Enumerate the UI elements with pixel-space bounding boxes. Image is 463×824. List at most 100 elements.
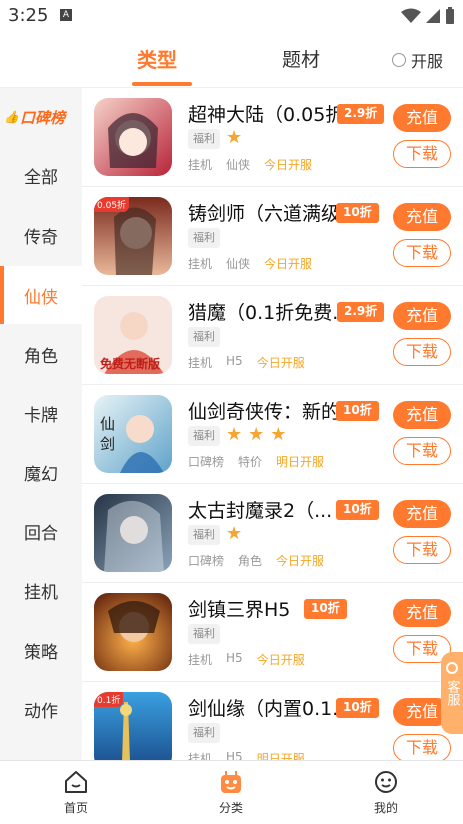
nav-category[interactable]: 分类 xyxy=(191,769,271,816)
game-item[interactable]: 超神大陆（0.05折... 2.9折 福利 ★ 挂机 仙侠 今日开服 充值 下载 xyxy=(82,88,463,187)
tab-theme[interactable]: 题材 xyxy=(282,45,320,72)
tag: 口碑榜 xyxy=(188,554,225,568)
koubei-badge: 👍 口碑榜 xyxy=(4,108,78,127)
tag: H5 xyxy=(226,651,243,665)
discount-badge: 10折 xyxy=(336,698,379,718)
fuli-tag: 福利 xyxy=(188,624,220,644)
charge-button[interactable]: 充值 xyxy=(393,104,451,132)
customer-service-button[interactable]: 客服 xyxy=(441,652,463,734)
discount-ribbon: 0.05折 xyxy=(94,197,130,212)
tag: 仙侠 xyxy=(226,257,251,271)
open-status: 今日开服 xyxy=(264,158,313,172)
sidebar-item-legend[interactable]: 传奇 xyxy=(0,206,82,264)
star-icon: ★ xyxy=(226,523,243,544)
sidebar-item-action[interactable]: 动作 xyxy=(0,680,82,738)
battery-icon xyxy=(446,7,454,24)
open-status: 今日开服 xyxy=(264,257,313,271)
tag: 挂机 xyxy=(188,356,213,370)
nav-home-label: 首页 xyxy=(63,801,88,815)
game-tags: 挂机 H5 今日开服 xyxy=(188,354,305,371)
category-icon xyxy=(221,771,241,793)
charge-button[interactable]: 充值 xyxy=(393,500,451,528)
download-button[interactable]: 下载 xyxy=(393,734,451,760)
game-icon-image xyxy=(94,98,172,176)
game-icon-image xyxy=(94,494,172,572)
game-item[interactable]: 仙剑 仙剑奇侠传：新的... 10折 福利 ★ ★ ★ 口碑榜 特价 明日开服 … xyxy=(82,385,463,484)
koubei-label: 口碑榜 xyxy=(19,108,65,127)
discount-badge: 10折 xyxy=(336,203,379,223)
game-item[interactable]: 免费无断版 猎魔（0.1折免费... 2.9折 福利 挂机 H5 今日开服 充值… xyxy=(82,286,463,385)
download-button[interactable]: 下载 xyxy=(393,437,451,465)
discount-badge: 10折 xyxy=(336,401,379,421)
radio-icon[interactable] xyxy=(392,53,406,67)
tag: 仙侠 xyxy=(226,158,251,172)
game-tags: 口碑榜 角色 今日开服 xyxy=(188,552,324,569)
game-list: 超神大陆（0.05折... 2.9折 福利 ★ 挂机 仙侠 今日开服 充值 下载… xyxy=(82,88,463,760)
discount-ribbon: 0.1折 xyxy=(94,692,124,707)
rating-stars: ★ xyxy=(226,128,242,148)
game-tags: 口碑榜 特价 明日开服 xyxy=(188,453,324,470)
star-icon: ★ xyxy=(248,424,265,445)
charge-button[interactable]: 充值 xyxy=(393,599,451,627)
game-item[interactable]: 0.1折 剑仙缘（内置0.1... 10折 福利 挂机 H5 明日开服 充值 下… xyxy=(82,682,463,760)
star-icon: ★ xyxy=(226,424,243,445)
profile-icon xyxy=(375,771,397,793)
fuli-tag: 福利 xyxy=(188,426,220,446)
fuli-tag: 福利 xyxy=(188,327,220,347)
open-status: 明日开服 xyxy=(256,752,305,760)
sidebar-item-xianxia[interactable]: 仙侠 xyxy=(0,266,82,324)
game-title: 铸剑师（六道满级... xyxy=(188,203,338,225)
tag: 口碑榜 xyxy=(188,455,225,469)
open-status: 今日开服 xyxy=(256,653,305,667)
charge-button[interactable]: 充值 xyxy=(393,203,451,231)
tag: 特价 xyxy=(238,455,263,469)
rating-stars: ★ ★ ★ xyxy=(226,425,286,445)
fuli-tag: 福利 xyxy=(188,723,220,743)
game-item[interactable]: 剑镇三界H5 10折 福利 挂机 H5 今日开服 充值 下载 xyxy=(82,583,463,682)
download-button[interactable]: 下载 xyxy=(393,239,451,267)
game-tags: 挂机 H5 明日开服 xyxy=(188,750,305,760)
open-status: 明日开服 xyxy=(276,455,325,469)
game-title: 太古封魔录2（... xyxy=(188,500,333,522)
nav-mine[interactable]: 我的 xyxy=(346,769,426,816)
svg-text:剑: 剑 xyxy=(100,435,115,453)
star-icon: ★ xyxy=(226,127,243,148)
top-tabs: 类型 题材 开服 xyxy=(0,32,463,88)
open-server-toggle[interactable]: 开服 xyxy=(392,48,443,72)
game-title: 仙剑奇侠传：新的... xyxy=(188,401,338,423)
download-button[interactable]: 下载 xyxy=(393,338,451,366)
game-title: 猎魔（0.1折免费... xyxy=(188,302,338,324)
sidebar-item-role[interactable]: 角色 xyxy=(0,325,82,383)
nav-mine-label: 我的 xyxy=(373,801,398,815)
sidebar-item-all[interactable]: 全部 xyxy=(0,146,82,204)
game-icon-image: 0.05折 xyxy=(94,197,172,275)
nav-home[interactable]: 首页 xyxy=(36,769,116,816)
tag: 挂机 xyxy=(188,257,213,271)
sidebar-item-idle[interactable]: 挂机 xyxy=(0,561,82,619)
tab-type[interactable]: 类型 xyxy=(137,44,177,73)
game-item[interactable]: 太古封魔录2（... 10折 福利 ★ 口碑榜 角色 今日开服 充值 下载 xyxy=(82,484,463,583)
category-sidebar: 👍 口碑榜 全部 传奇 仙侠 角色 卡牌 魔幻 回合 挂机 策略 动作 xyxy=(0,88,82,760)
system-icons xyxy=(401,7,455,25)
game-icon-image: 0.1折 xyxy=(94,692,172,760)
sidebar-item-card[interactable]: 卡牌 xyxy=(0,384,82,442)
tag: 挂机 xyxy=(188,158,213,172)
game-item[interactable]: 0.05折 铸剑师（六道满级... 10折 福利 挂机 仙侠 今日开服 充值 下… xyxy=(82,187,463,286)
download-button[interactable]: 下载 xyxy=(393,536,451,564)
charge-button[interactable]: 充值 xyxy=(393,401,451,429)
tag: H5 xyxy=(226,354,243,368)
charge-button[interactable]: 充值 xyxy=(393,302,451,330)
game-tags: 挂机 仙侠 今日开服 xyxy=(188,255,312,272)
tag: 角色 xyxy=(238,554,263,568)
sidebar-item-strategy[interactable]: 策略 xyxy=(0,621,82,679)
download-button[interactable]: 下载 xyxy=(393,140,451,168)
game-tags: 挂机 H5 今日开服 xyxy=(188,651,305,668)
fuli-tag: 福利 xyxy=(188,525,220,545)
wifi-icon xyxy=(401,8,421,23)
bottom-nav: 首页 分类 我的 xyxy=(0,760,463,824)
game-icon-image: 免费无断版 xyxy=(94,296,172,374)
tag: 挂机 xyxy=(188,752,213,760)
game-title: 超神大陆（0.05折... xyxy=(188,104,338,126)
sidebar-item-fantasy[interactable]: 魔幻 xyxy=(0,443,82,501)
sidebar-item-turn[interactable]: 回合 xyxy=(0,502,82,560)
